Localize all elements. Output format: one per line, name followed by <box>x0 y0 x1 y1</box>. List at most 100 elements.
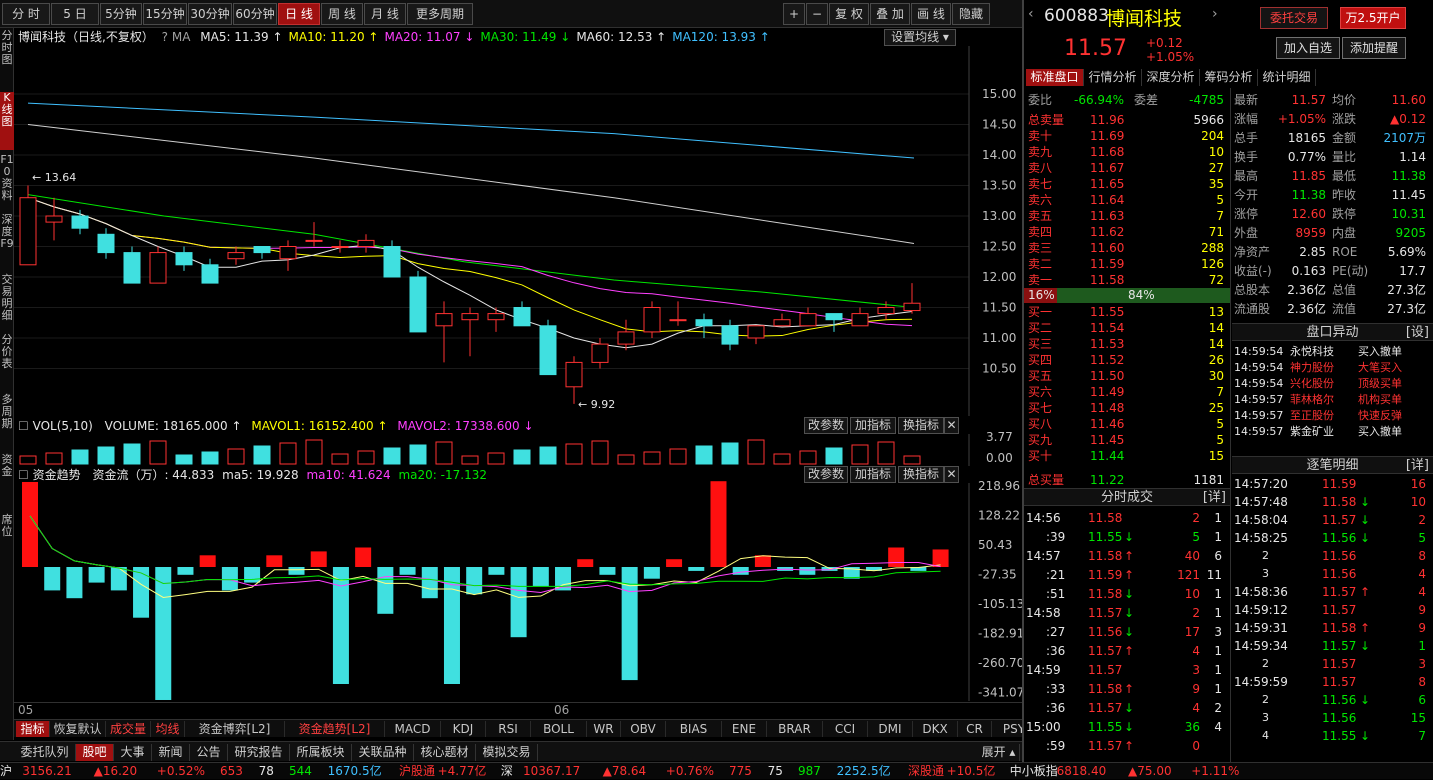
fund-btn-2[interactable]: 换指标 <box>898 466 944 483</box>
info-tab-2[interactable]: 大事 <box>114 744 152 761</box>
pankou-item[interactable]: 14:59:57 紫金矿业 买入撤单 <box>1234 424 1430 440</box>
tool-button-0[interactable]: + <box>783 3 805 25</box>
indicator-tab-16[interactable]: DMI <box>868 721 913 737</box>
indicator-tab-3[interactable]: 均线 <box>151 721 185 737</box>
ask-row-6[interactable]: 卖四 11.62 71 <box>1028 224 1228 240</box>
sidebar-item-4[interactable]: 交易明细 <box>0 274 14 332</box>
sidebar-item-8[interactable]: 席位 <box>0 514 14 572</box>
pankou-item[interactable]: 14:59:54 永悦科技 买入撤单 <box>1234 344 1430 360</box>
bid-row-7[interactable]: 买八 11.46 5 <box>1028 416 1228 432</box>
trade-button[interactable]: 委托交易 <box>1260 7 1328 29</box>
info-tab-9[interactable]: 模拟交易 <box>476 744 538 761</box>
ask-row-7[interactable]: 卖三 11.60 288 <box>1028 240 1228 256</box>
scroll-left-icon[interactable]: ‹ <box>1028 6 1034 22</box>
info-tab-5[interactable]: 研究报告 <box>228 744 290 761</box>
pankou-item[interactable]: 14:59:57 至正股份 快速反弹 <box>1234 408 1430 424</box>
scroll-right-icon[interactable]: › <box>1212 6 1218 22</box>
fenshi-detail-link[interactable]: [详] <box>1203 489 1226 507</box>
pankou-item[interactable]: 14:59:54 兴化股份 顶级买单 <box>1234 376 1430 392</box>
pankou-item[interactable]: 14:59:54 神力股份 大笔买入 <box>1234 360 1430 376</box>
ask-row-1[interactable]: 卖九 11.68 10 <box>1028 144 1228 160</box>
pankou-item[interactable]: 14:59:57 菲林格尔 机构买单 <box>1234 392 1430 408</box>
indicator-tab-4[interactable]: 资金博弈[L2] <box>185 721 285 737</box>
indicator-tab-1[interactable]: 恢复默认 <box>50 721 106 737</box>
quote-tab-4[interactable]: 统计明细 <box>1258 69 1316 86</box>
bid-row-5[interactable]: 买六 11.49 7 <box>1028 384 1228 400</box>
volume-chart[interactable]: 3.77 0.00 <box>14 430 1022 466</box>
indicator-tab-5[interactable]: 资金趋势[L2] <box>285 721 385 737</box>
bid-row-1[interactable]: 买二 11.54 14 <box>1028 320 1228 336</box>
sidebar-item-1[interactable]: K线图 <box>0 92 14 150</box>
quote-tab-1[interactable]: 行情分析 <box>1084 69 1142 86</box>
bid-row-3[interactable]: 买四 11.52 26 <box>1028 352 1228 368</box>
settings-icon[interactable]: ☐ <box>18 419 29 433</box>
period-tab-8[interactable]: 月 线 <box>364 3 406 25</box>
zhubi-detail-link[interactable]: [详] <box>1406 457 1429 475</box>
indicator-tab-2[interactable]: 成交量 <box>106 721 151 737</box>
quote-tab-3[interactable]: 筹码分析 <box>1200 69 1258 86</box>
indicator-tab-10[interactable]: WR <box>587 721 621 737</box>
indicator-tab-13[interactable]: ENE <box>722 721 767 737</box>
info-tab-8[interactable]: 核心题材 <box>414 744 476 761</box>
indicator-tab-18[interactable]: CR <box>958 721 992 737</box>
quote-tab-0[interactable]: 标准盘口 <box>1026 69 1084 86</box>
tool-button-5[interactable]: 隐藏 <box>952 3 990 25</box>
sidebar-item-5[interactable]: 分价表 <box>0 334 14 392</box>
indicator-tab-15[interactable]: CCI <box>823 721 868 737</box>
expand-button[interactable]: 展开 ▴ <box>978 744 1020 761</box>
indicator-tab-14[interactable]: BRAR <box>767 721 823 737</box>
indicator-tab-17[interactable]: DKX <box>913 721 958 737</box>
close-icon[interactable]: ✕ <box>944 417 959 434</box>
close-icon[interactable]: ✕ <box>944 466 959 483</box>
kline-chart[interactable]: 15.00 14.50 14.00 13.50 13.00 12.50 12.00 11.50… <box>14 46 1022 416</box>
ask-row-9[interactable]: 卖一 11.58 72 <box>1028 272 1228 288</box>
period-tab-6[interactable]: 日 线 <box>278 3 320 25</box>
pankou-settings-link[interactable]: [设] <box>1406 324 1429 342</box>
indicator-tab-12[interactable]: BIAS <box>666 721 722 737</box>
tool-button-1[interactable]: − <box>806 3 828 25</box>
info-tab-0[interactable]: 委托队列 <box>14 744 76 761</box>
sidebar-item-3[interactable]: 深度F9 <box>0 214 14 272</box>
vol-btn-2[interactable]: 换指标 <box>898 417 944 434</box>
tool-button-3[interactable]: 叠 加 <box>870 3 910 25</box>
bid-row-0[interactable]: 买一 11.55 13 <box>1028 304 1228 320</box>
indicator-tab-7[interactable]: KDJ <box>441 721 486 737</box>
vol-btn-1[interactable]: 加指标 <box>850 417 896 434</box>
sidebar-item-7[interactable]: 资金 <box>0 454 14 512</box>
bid-row-2[interactable]: 买三 11.53 14 <box>1028 336 1228 352</box>
sidebar-item-0[interactable]: 分时图 <box>0 30 14 88</box>
ask-row-0[interactable]: 卖十 11.69 204 <box>1028 128 1228 144</box>
vol-btn-0[interactable]: 改参数 <box>804 417 848 434</box>
info-tab-6[interactable]: 所属板块 <box>290 744 352 761</box>
sidebar-item-6[interactable]: 多周期 <box>0 394 14 452</box>
help-icon[interactable]: ? <box>162 30 168 44</box>
info-tab-4[interactable]: 公告 <box>190 744 228 761</box>
period-tab-2[interactable]: 5分钟 <box>100 3 142 25</box>
period-tab-1[interactable]: 5 日 <box>51 3 99 25</box>
info-tab-3[interactable]: 新闻 <box>152 744 190 761</box>
ask-row-4[interactable]: 卖六 11.64 5 <box>1028 192 1228 208</box>
indicator-tab-9[interactable]: BOLL <box>531 721 587 737</box>
open-account-button[interactable]: 万2.5开户 <box>1340 7 1406 29</box>
fund-chart[interactable]: 218.96 128.22 50.43 -27.35 -105.13 -182.91 -26… <box>14 479 1024 701</box>
add-alert-button[interactable]: 添加提醒 <box>1342 37 1406 59</box>
tool-button-2[interactable]: 复 权 <box>829 3 869 25</box>
quote-tab-2[interactable]: 深度分析 <box>1142 69 1200 86</box>
fund-btn-1[interactable]: 加指标 <box>850 466 896 483</box>
sidebar-item-2[interactable]: F10资料 <box>0 154 14 212</box>
add-watchlist-button[interactable]: 加入自选 <box>1276 37 1340 59</box>
info-tab-7[interactable]: 关联品种 <box>352 744 414 761</box>
period-tab-9[interactable]: 更多周期 <box>407 3 473 25</box>
bid-row-8[interactable]: 买九 11.45 5 <box>1028 432 1228 448</box>
indicator-tab-6[interactable]: MACD <box>385 721 441 737</box>
indicator-tab-0[interactable]: 指标 <box>16 721 50 737</box>
info-tab-1[interactable]: 股吧 <box>76 744 114 761</box>
period-tab-3[interactable]: 15分钟 <box>143 3 187 25</box>
ask-row-8[interactable]: 卖二 11.59 126 <box>1028 256 1228 272</box>
bid-row-9[interactable]: 买十 11.44 15 <box>1028 448 1228 464</box>
period-tab-5[interactable]: 60分钟 <box>233 3 277 25</box>
bid-row-4[interactable]: 买五 11.50 30 <box>1028 368 1228 384</box>
tool-button-4[interactable]: 画 线 <box>911 3 951 25</box>
ask-row-5[interactable]: 卖五 11.63 7 <box>1028 208 1228 224</box>
ask-row-2[interactable]: 卖八 11.67 27 <box>1028 160 1228 176</box>
